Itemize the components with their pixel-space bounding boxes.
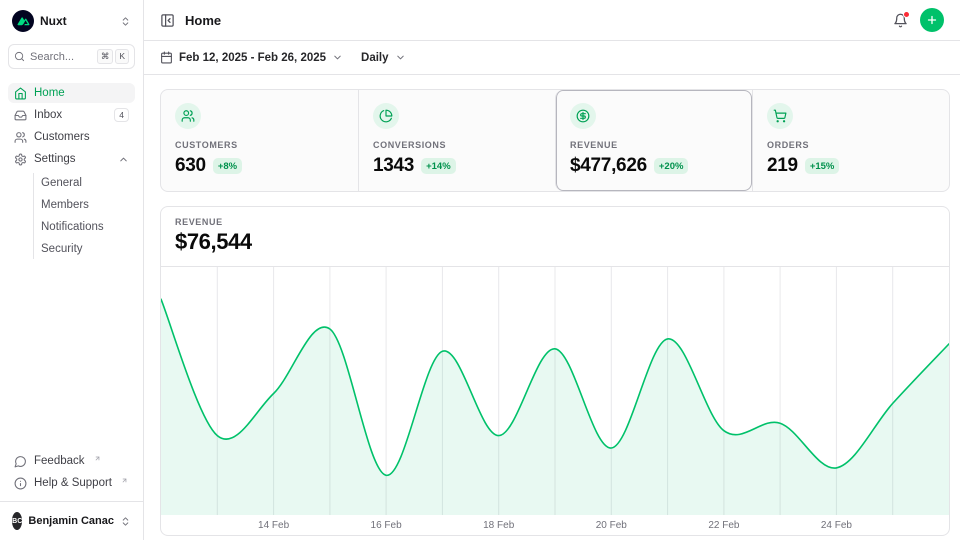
house-icon xyxy=(14,87,27,100)
sidebar-item-label: Inbox xyxy=(34,109,62,121)
sidebar: Nuxt Search... ⌘ K Home Inbox 4 xyxy=(0,0,144,540)
calendar-icon xyxy=(160,51,173,64)
page-title: Home xyxy=(185,13,221,28)
stat-label: Orders xyxy=(767,140,935,150)
sidebar-item-label: Settings xyxy=(34,153,76,165)
granularity-value: Daily xyxy=(361,52,389,64)
users-icon xyxy=(14,131,27,144)
chart-metric-label: Revenue xyxy=(175,217,935,227)
external-link-icon xyxy=(94,455,101,462)
sidebar-nav: Home Inbox 4 Customers Settings Genera xyxy=(8,83,135,259)
date-range-picker[interactable]: Feb 12, 2025 - Feb 26, 2025 xyxy=(160,51,343,64)
granularity-select[interactable]: Daily xyxy=(361,52,406,64)
stat-value: 630 xyxy=(175,155,206,177)
message-circle-icon xyxy=(14,455,27,468)
search-input[interactable]: Search... ⌘ K xyxy=(8,44,135,69)
sidebar-item-notifications[interactable]: Notifications xyxy=(35,217,135,237)
chart-metric-value: $76,544 xyxy=(175,229,935,255)
sidebar-item-home[interactable]: Home xyxy=(8,83,135,103)
chevrons-up-down-icon xyxy=(120,516,131,527)
divider xyxy=(0,501,143,502)
chevrons-up-down-icon xyxy=(120,16,131,27)
main-panel: Home Feb 12, 2025 - Feb 26, 2025 Daily xyxy=(144,0,960,540)
search-placeholder: Search... xyxy=(30,51,74,63)
svg-text:16 Feb: 16 Feb xyxy=(371,520,403,531)
sidebar-item-general[interactable]: General xyxy=(35,173,135,193)
svg-text:18 Feb: 18 Feb xyxy=(483,520,515,531)
sidebar-item-customers[interactable]: Customers xyxy=(8,127,135,147)
inbox-icon xyxy=(14,109,27,122)
stat-delta-badge: +14% xyxy=(421,158,456,174)
stat-delta-badge: +8% xyxy=(213,158,242,174)
avatar: BC xyxy=(12,512,22,530)
sidebar-footer: Feedback Help & Support BC Benjamin Cana… xyxy=(8,451,135,532)
stat-value: 219 xyxy=(767,155,798,177)
stat-label: Customers xyxy=(175,140,344,150)
chevron-down-icon xyxy=(332,52,343,63)
help-support-link[interactable]: Help & Support xyxy=(8,473,135,493)
cart-icon xyxy=(767,103,793,129)
svg-text:22 Feb: 22 Feb xyxy=(708,520,740,531)
external-link-icon xyxy=(121,477,128,484)
stat-delta-badge: +15% xyxy=(805,158,840,174)
notification-dot xyxy=(903,11,910,18)
plus-icon xyxy=(926,14,938,26)
users-icon xyxy=(175,103,201,129)
search-shortcut: ⌘ K xyxy=(97,49,129,64)
workspace-switcher[interactable]: Nuxt xyxy=(8,8,135,34)
gear-icon xyxy=(14,153,27,166)
stat-card-orders[interactable]: Orders 219 +15% xyxy=(752,90,949,191)
sidebar-item-settings[interactable]: Settings xyxy=(8,149,135,169)
stats-grid: Customers 630 +8% Conversions 1343 +14% xyxy=(160,89,950,192)
feedback-link[interactable]: Feedback xyxy=(8,451,135,471)
chevron-down-icon xyxy=(395,52,406,63)
info-icon xyxy=(14,477,27,490)
stat-label: Revenue xyxy=(570,140,738,150)
sidebar-item-security[interactable]: Security xyxy=(35,239,135,259)
stat-value: 1343 xyxy=(373,155,414,177)
svg-text:14 Feb: 14 Feb xyxy=(258,520,290,531)
filters-toolbar: Feb 12, 2025 - Feb 26, 2025 Daily xyxy=(144,41,960,75)
stat-card-conversions[interactable]: Conversions 1343 +14% xyxy=(358,90,555,191)
inbox-count-badge: 4 xyxy=(114,108,129,123)
dashboard-content: Customers 630 +8% Conversions 1343 +14% xyxy=(144,75,960,536)
notifications-button[interactable] xyxy=(893,13,908,28)
stat-label: Conversions xyxy=(373,140,541,150)
settings-subnav: General Members Notifications Security xyxy=(33,173,135,259)
svg-text:24 Feb: 24 Feb xyxy=(821,520,853,531)
chart-body: 14 Feb 16 Feb 18 Feb 20 Feb 22 Feb 24 Feb xyxy=(161,267,949,535)
revenue-chart-card: Revenue $76,544 14 Feb 16 Feb 18 Feb 20 Feb… xyxy=(160,206,950,536)
user-menu[interactable]: BC Benjamin Canac xyxy=(8,504,135,532)
workspace-name: Nuxt xyxy=(40,14,67,28)
sidebar-item-label: Home xyxy=(34,87,65,99)
stat-value: $477,626 xyxy=(570,155,647,177)
stat-card-revenue[interactable]: Revenue $477,626 +20% xyxy=(555,90,752,191)
pie-chart-icon xyxy=(373,103,399,129)
dollar-circle-icon xyxy=(570,103,596,129)
add-button[interactable] xyxy=(920,8,944,32)
sidebar-item-label: Customers xyxy=(34,131,90,143)
stat-delta-badge: +20% xyxy=(654,158,689,174)
sidebar-item-members[interactable]: Members xyxy=(35,195,135,215)
date-range-value: Feb 12, 2025 - Feb 26, 2025 xyxy=(179,52,326,64)
kbd-cmd: ⌘ xyxy=(97,49,114,64)
stat-card-customers[interactable]: Customers 630 +8% xyxy=(161,90,358,191)
kbd-k: K xyxy=(115,49,129,64)
page-header: Home xyxy=(144,0,960,41)
feedback-label: Feedback xyxy=(34,455,85,467)
user-name: Benjamin Canac xyxy=(28,515,114,527)
chevron-up-icon xyxy=(118,154,129,165)
search-icon xyxy=(14,51,25,62)
chart-header: Revenue $76,544 xyxy=(161,207,949,267)
svg-text:20 Feb: 20 Feb xyxy=(596,520,628,531)
revenue-area-chart[interactable]: 14 Feb 16 Feb 18 Feb 20 Feb 22 Feb 24 Feb xyxy=(161,267,949,535)
nuxt-logo-icon xyxy=(12,10,34,32)
sidebar-collapse-icon[interactable] xyxy=(160,13,175,28)
help-support-label: Help & Support xyxy=(34,477,112,489)
sidebar-item-inbox[interactable]: Inbox 4 xyxy=(8,105,135,125)
